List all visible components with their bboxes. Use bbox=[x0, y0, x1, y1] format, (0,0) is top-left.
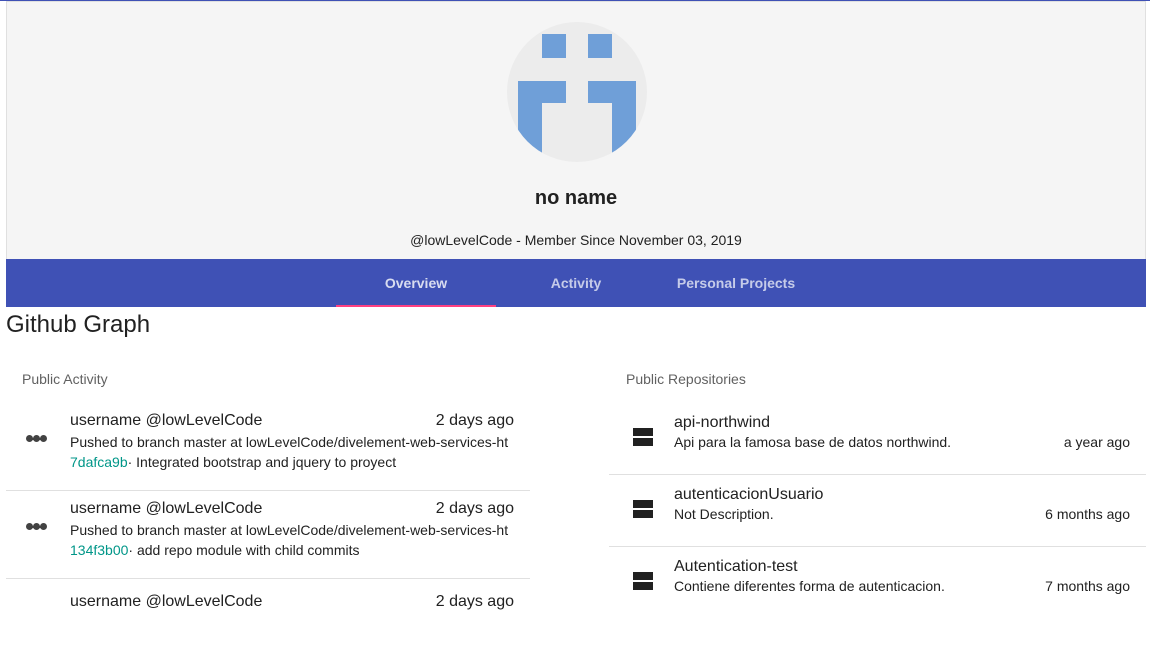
repo-item[interactable]: Autentication-test Contiene diferentes f… bbox=[609, 547, 1146, 619]
activity-item[interactable]: username @lowLevelCode 2 days ago Pushed… bbox=[6, 491, 530, 579]
section-title: Github Graph bbox=[6, 311, 151, 338]
profile-name: no name bbox=[534, 187, 618, 209]
commit-sha-link[interactable]: 7dafca9b bbox=[70, 454, 128, 470]
profile-header: no name @lowLevelCode - Member Since Nov… bbox=[6, 1, 1146, 259]
repo-description: Api para la famosa base de datos northwi… bbox=[674, 434, 952, 450]
repo-name[interactable]: autenticacionUsuario bbox=[674, 486, 823, 504]
avatar-block bbox=[612, 81, 636, 162]
tab-bar: Overview Activity Personal Projects bbox=[6, 259, 1146, 307]
tab-personal-projects[interactable]: Personal Projects bbox=[656, 259, 816, 307]
activity-user: username @lowLevelCode bbox=[70, 412, 263, 429]
repo-updated: a year ago bbox=[1063, 434, 1130, 450]
repo-item[interactable]: autenticacionUsuario Not Description. 6 … bbox=[609, 475, 1146, 547]
activity-time: 2 days ago bbox=[435, 593, 514, 610]
repo-item[interactable]: api-northwind Api para la famosa base de… bbox=[609, 403, 1146, 475]
activity-item[interactable]: username @lowLevelCode 2 days ago Pushed… bbox=[6, 403, 530, 491]
public-activity-title: Public Activity bbox=[22, 371, 108, 387]
commit-sha-link[interactable]: 134f3b00 bbox=[70, 542, 128, 558]
repo-icon bbox=[633, 428, 653, 446]
repo-updated: 7 months ago bbox=[1045, 578, 1130, 594]
avatar-block bbox=[542, 34, 566, 58]
activity-message: Pushed to branch master at lowLevelCode/… bbox=[70, 522, 509, 538]
profile-meta: @lowLevelCode - Member Since November 03… bbox=[410, 232, 742, 248]
activity-time: 2 days ago bbox=[435, 500, 514, 517]
avatar-block bbox=[518, 81, 542, 162]
activity-commit: 134f3b00· add repo module with child com… bbox=[70, 542, 360, 558]
avatar bbox=[507, 22, 647, 162]
activity-user: username @lowLevelCode bbox=[70, 500, 263, 517]
repo-description: Contiene diferentes forma de autenticaci… bbox=[674, 578, 945, 594]
activity-user: username @lowLevelCode bbox=[70, 593, 263, 610]
activity-item[interactable]: username @lowLevelCode 2 days ago bbox=[6, 579, 530, 667]
avatar-block bbox=[588, 34, 612, 58]
repo-name[interactable]: api-northwind bbox=[674, 414, 770, 432]
activity-message: Pushed to branch master at lowLevelCode/… bbox=[70, 434, 509, 450]
tab-activity[interactable]: Activity bbox=[496, 259, 656, 307]
commit-message: · Integrated bootstrap and jquery to pro… bbox=[127, 454, 397, 470]
repo-icon bbox=[633, 500, 653, 518]
commit-icon bbox=[26, 435, 48, 443]
repo-updated: 6 months ago bbox=[1045, 506, 1130, 522]
activity-commit: 7dafca9b· Integrated bootstrap and jquer… bbox=[70, 454, 396, 470]
repo-description: Not Description. bbox=[674, 506, 774, 522]
commit-icon bbox=[26, 523, 48, 531]
activity-time: 2 days ago bbox=[435, 412, 514, 429]
commit-message: · add repo module with child commits bbox=[128, 542, 360, 558]
public-repositories-title: Public Repositories bbox=[626, 371, 746, 387]
repo-name[interactable]: Autentication-test bbox=[674, 558, 798, 576]
tab-overview[interactable]: Overview bbox=[336, 259, 496, 307]
repo-icon bbox=[633, 572, 653, 590]
